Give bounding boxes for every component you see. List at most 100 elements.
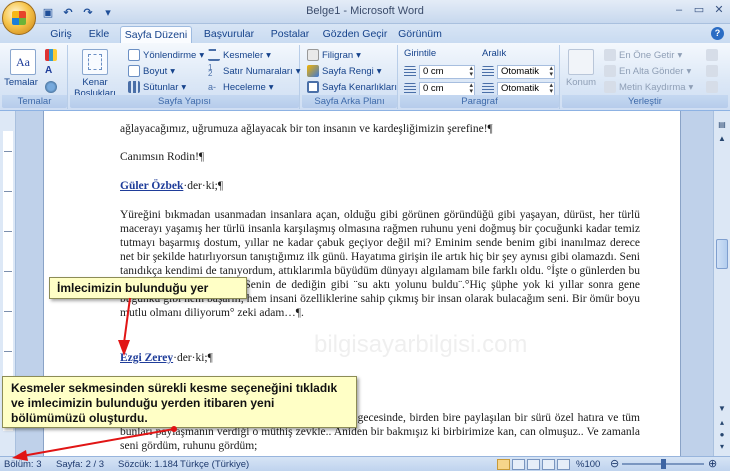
previous-page-icon[interactable]: ▴: [716, 417, 728, 429]
kesmeler-button[interactable]: Kesmeler ▾: [208, 49, 271, 61]
sayfa-rengi-label: Sayfa Rengi: [322, 65, 374, 77]
outline-icon[interactable]: [542, 459, 555, 470]
scroll-down-icon[interactable]: ▼: [716, 403, 728, 415]
align-icon[interactable]: [706, 49, 718, 61]
print-layout-icon[interactable]: [497, 459, 510, 470]
paragraph-intro: ağlayacağımız, uğrumuza ağlayacak bir to…: [120, 123, 493, 135]
satir-numaralari-button[interactable]: 12 Satır Numaraları ▾: [208, 63, 300, 78]
konum-button[interactable]: Konum: [562, 77, 600, 88]
zoom-out-icon[interactable]: ⊖: [610, 457, 619, 470]
metin-kaydirma-button[interactable]: Metin Kaydırma ▾: [604, 81, 693, 93]
size-icon: [128, 65, 140, 77]
group-label-paragraf: Paragraf: [400, 95, 559, 108]
view-buttons: [497, 459, 570, 470]
metin-kaydirma-label: Metin Kaydırma: [619, 81, 686, 93]
sayfa-rengi-button[interactable]: Sayfa Rengi ▾: [307, 65, 382, 77]
yonlendirme-button[interactable]: Yönlendirme ▾: [128, 49, 204, 61]
tab-sayfa-duzeni[interactable]: Sayfa Düzeni: [120, 26, 192, 43]
zoom-in-icon[interactable]: ⊕: [708, 457, 717, 470]
spacing-before-input[interactable]: Otomatik ▴ ▾: [497, 65, 555, 79]
en-one-getir-button[interactable]: En Öne Getir ▾: [604, 49, 682, 61]
theme-colors-icon[interactable]: [45, 49, 57, 61]
position-icon[interactable]: [568, 49, 594, 75]
sayfa-kenarliklari-label: Sayfa Kenarlıkları: [322, 81, 397, 93]
help-icon[interactable]: ?: [711, 27, 724, 40]
author-suffix-2: ·der·ki;¶: [173, 352, 213, 364]
columns-icon: [128, 81, 140, 93]
group-label-temalar: Temalar: [2, 95, 67, 108]
ribbon-tabs: Giriş Ekle Sayfa Düzeni Başvurular Posta…: [0, 24, 730, 43]
zoom-level[interactable]: %100: [576, 459, 600, 470]
vertical-scrollbar[interactable]: ▤ ▲ ▼ ▴ ● ▾: [713, 111, 730, 456]
status-sayfa[interactable]: Sayfa: 2 / 3: [56, 459, 104, 470]
ruler-toggle-icon[interactable]: ▤: [716, 119, 728, 131]
draft-icon[interactable]: [557, 459, 570, 470]
theme-fonts-icon[interactable]: A: [45, 65, 57, 77]
scroll-thumb[interactable]: [716, 239, 728, 269]
sayfa-kenarliklari-button[interactable]: Sayfa Kenarlıkları: [307, 81, 397, 93]
hyphenation-icon: a-: [208, 82, 217, 92]
themes-icon[interactable]: Aa: [10, 49, 36, 75]
status-bar: Bölüm: 3 Sayfa: 2 / 3 Sözcük: 1.184 Türk…: [0, 456, 730, 471]
spacing-after-input[interactable]: Otomatik ▴ ▾: [497, 82, 555, 96]
line-numbers-icon: 12: [208, 63, 213, 78]
sutunlar-label: Sütunlar: [143, 81, 179, 93]
next-page-icon[interactable]: ▾: [716, 441, 728, 453]
margins-icon[interactable]: [82, 49, 108, 75]
yonlendirme-label: Yönlendirme: [143, 49, 197, 61]
indent-right-input[interactable]: 0 cm ▴ ▾: [419, 82, 475, 96]
paragraph-name1: Güler Özbek·der·ki;¶: [120, 179, 640, 193]
boyut-label: Boyut: [143, 65, 168, 77]
indent-right-icon: [404, 83, 416, 95]
rotate-icon[interactable]: [706, 81, 718, 93]
author-name-1: Güler Özbek: [120, 180, 184, 192]
status-dil[interactable]: Türkçe (Türkiye): [180, 459, 249, 470]
send-back-icon: [604, 65, 616, 77]
group-icon[interactable]: [706, 65, 718, 77]
full-screen-icon[interactable]: [512, 459, 525, 470]
girintile-label: Girintile: [404, 48, 437, 59]
restore-button[interactable]: ▭: [692, 3, 706, 17]
zoom-slider-thumb[interactable]: [661, 459, 666, 469]
author-suffix-1: ·der·ki;¶: [183, 180, 224, 192]
ribbon: Aa Temalar A Temalar Kenar Boşlukları Yö…: [0, 43, 730, 111]
minimize-button[interactable]: –: [672, 3, 686, 17]
status-sozcuk[interactable]: Sözcük: 1.184: [118, 459, 178, 470]
group-sayfa-arka-plani: Filigran ▾ Sayfa Rengi ▾ Sayfa Kenarlıklar…: [302, 45, 398, 109]
callout-instruction: Kesmeler sekmesinden sürekli kesme seçen…: [2, 376, 357, 428]
close-button[interactable]: ✕: [712, 3, 726, 17]
tab-postalar[interactable]: Postalar: [264, 26, 316, 43]
theme-effects-icon[interactable]: [45, 81, 57, 93]
status-bolum[interactable]: Bölüm: 3: [4, 459, 42, 470]
indent-left-value: 0 cm: [423, 66, 444, 77]
group-label-sayfa-arka-plani: Sayfa Arka Planı: [302, 95, 397, 108]
spacing-before-icon: [482, 66, 494, 78]
spacing-after-value: Otomatik: [501, 83, 540, 94]
page-borders-icon: [307, 81, 319, 93]
watermark-icon: [307, 49, 319, 61]
en-alta-gonder-button[interactable]: En Alta Gönder ▾: [604, 65, 691, 77]
tab-basvurular[interactable]: Başvurular: [198, 26, 260, 43]
web-layout-icon[interactable]: [527, 459, 540, 470]
indent-left-input[interactable]: 0 cm ▴ ▾: [419, 65, 475, 79]
tab-giris[interactable]: Giriş: [44, 26, 78, 43]
tab-gozden-gecir[interactable]: Gözden Geçir: [322, 26, 388, 43]
en-alta-gonder-label: En Alta Gönder: [619, 65, 684, 77]
heceleme-button[interactable]: a- Heceleme ▾: [208, 81, 274, 93]
paragraph-name2: Ezgi Zerey·der·ki;¶: [120, 351, 640, 365]
select-browse-object-icon[interactable]: ●: [716, 429, 728, 441]
indent-right-value: 0 cm: [423, 83, 444, 94]
filigran-button[interactable]: Filigran ▾: [307, 49, 361, 61]
office-logo-icon: [12, 11, 26, 25]
temalar-button[interactable]: Temalar: [2, 77, 40, 88]
callout-cursor-position: İmlecimizin bulunduğu yer: [49, 277, 247, 299]
en-one-getir-label: En Öne Getir: [619, 49, 675, 61]
boyut-button[interactable]: Boyut ▾: [128, 65, 175, 77]
tab-gorunum[interactable]: Görünüm: [394, 26, 446, 43]
scroll-up-icon[interactable]: ▲: [716, 133, 728, 145]
group-yerlestir: Konum En Öne Getir ▾ En Alta Gönder ▾ Meti…: [562, 45, 728, 109]
office-button[interactable]: [2, 1, 36, 35]
tab-ekle[interactable]: Ekle: [84, 26, 114, 43]
sutunlar-button[interactable]: Sütunlar ▾: [128, 81, 186, 93]
title-bar: ▣ ↶ ↷ ▾ Belge1 - Microsoft Word – ▭ ✕: [0, 0, 730, 24]
